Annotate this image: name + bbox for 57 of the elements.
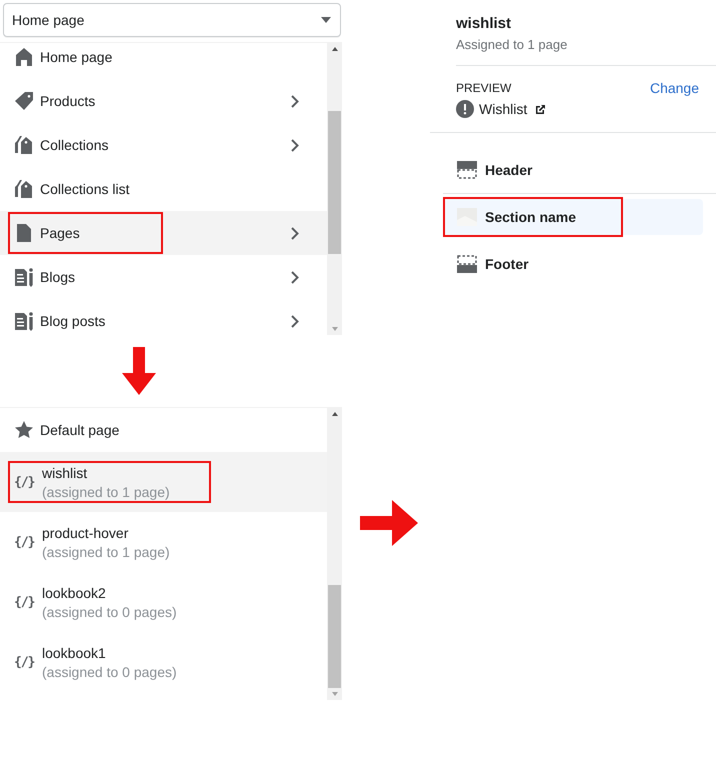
menu-item[interactable]: Pages [0, 211, 327, 255]
section-item[interactable]: Header [443, 146, 716, 194]
template-subtitle: Assigned to 1 page [456, 37, 568, 52]
house-icon [14, 47, 34, 67]
template-assignment: (assigned to 0 pages) [42, 664, 177, 680]
tags-icon [14, 179, 34, 199]
template-select[interactable]: Home page [3, 3, 341, 37]
preview-label: PREVIEW [456, 81, 512, 95]
code-icon: {/} [14, 654, 36, 670]
menu-item-label: Products [40, 93, 96, 109]
footer-layout-icon [457, 254, 477, 272]
menu-item[interactable]: Home page [0, 43, 327, 79]
template-assignment: (assigned to 0 pages) [42, 604, 177, 620]
menu-item[interactable]: Products [0, 79, 327, 123]
down-arrow-icon [122, 347, 156, 395]
menu-item[interactable]: Collections [0, 123, 327, 167]
tags-icon [14, 135, 34, 155]
section-label: Section name [485, 209, 576, 225]
section-item[interactable]: Section name [443, 199, 703, 235]
caret-icon [321, 17, 331, 23]
template-assignment: (assigned to 1 page) [42, 484, 170, 500]
menu-item-label: Blog posts [40, 313, 106, 329]
template-item[interactable]: Default page [0, 408, 327, 452]
code-icon: {/} [14, 594, 36, 610]
scrollbar[interactable] [327, 43, 342, 335]
menu-item-label: Collections list [40, 181, 130, 197]
section-label: Header [485, 162, 532, 178]
tag-icon [14, 91, 34, 111]
template-title: wishlist [456, 15, 512, 32]
template-name: Default page [40, 422, 120, 438]
star-icon [14, 420, 34, 440]
section-label: Footer [485, 256, 529, 272]
menu-item-label: Blogs [40, 269, 76, 285]
code-icon: {/} [14, 534, 36, 550]
page-icon [14, 223, 34, 243]
menu-item-label: Pages [40, 225, 80, 241]
menu-item-label: Home page [40, 49, 112, 65]
header-layout-icon [457, 160, 477, 178]
change-link[interactable]: Change [650, 80, 699, 96]
code-icon: {/} [14, 474, 36, 490]
blog-icon [14, 311, 34, 331]
menu-item[interactable]: Blogs [0, 255, 327, 299]
menu-item-label: Collections [40, 137, 108, 153]
external-link-icon[interactable] [535, 104, 546, 114]
blog-icon [14, 267, 34, 287]
right-arrow-icon [360, 500, 418, 546]
template-name: lookbook1 [42, 644, 107, 660]
menu-item[interactable]: Blog posts [0, 299, 327, 335]
scrollbar[interactable] [327, 408, 342, 700]
template-name: wishlist [42, 464, 88, 480]
section-item[interactable]: Footer [443, 240, 716, 287]
menu-item[interactable]: Collections list [0, 167, 327, 211]
preview-page: Wishlist [479, 101, 528, 117]
template-name: product-hover [42, 524, 130, 540]
template-assignment: (assigned to 1 page) [42, 544, 170, 560]
template-name: lookbook2 [42, 584, 107, 600]
alert-icon [456, 100, 474, 118]
